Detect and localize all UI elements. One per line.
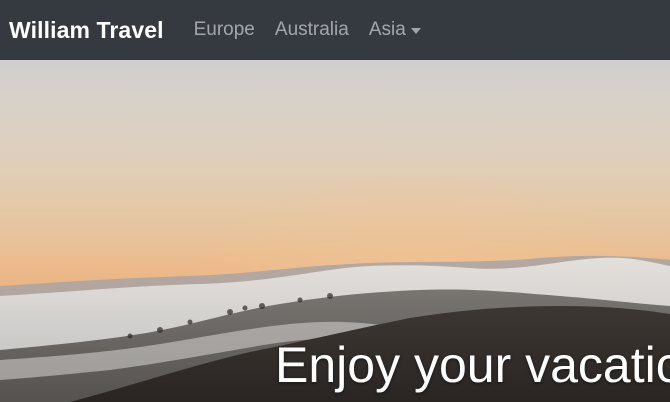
nav-dropdown-asia-label: Asia (368, 19, 406, 40)
hero-caption: Enjoy your vacatic (275, 337, 670, 393)
brand-link[interactable]: William Travel (9, 17, 164, 44)
nav-link-europe[interactable]: Europe (194, 19, 255, 41)
caret-down-icon (410, 28, 421, 34)
top-navbar: William Travel Europe Australia Asia (0, 0, 670, 60)
nav-link-australia[interactable]: Australia (275, 19, 349, 41)
hero-banner: Enjoy your vacatic (0, 60, 670, 402)
nav-dropdown-asia[interactable]: Asia (369, 19, 421, 41)
